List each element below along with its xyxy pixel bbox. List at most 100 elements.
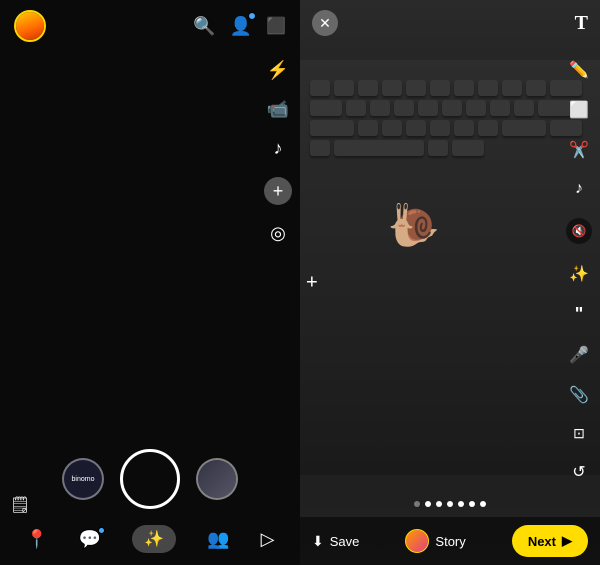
- key: [406, 120, 426, 136]
- save-button[interactable]: ⬇ Save: [312, 533, 359, 550]
- key: [394, 100, 414, 116]
- lens-option-preview[interactable]: [196, 458, 238, 500]
- key: [502, 120, 546, 136]
- sparkle-icon[interactable]: ✨: [569, 264, 589, 284]
- top-right-icons: 🔍 👤 ⬛: [193, 16, 286, 37]
- key: [514, 100, 534, 116]
- key: [502, 80, 522, 96]
- story-label: Story: [435, 534, 465, 549]
- dot-6: [469, 501, 475, 507]
- key: [454, 80, 474, 96]
- right-panel: 🐌 ✕ T ✏️ ⬜ ✂️ ♪ 🔇 ✨ " 🎤 📎 ⊡ ↺ +: [300, 0, 600, 565]
- dot-4: [447, 501, 453, 507]
- key: [334, 80, 354, 96]
- nav-stories[interactable]: ▷: [261, 529, 275, 550]
- close-button[interactable]: ✕: [312, 10, 338, 36]
- dot-2: [425, 501, 431, 507]
- add-snap-icon[interactable]: ⬛: [266, 16, 286, 36]
- key: [526, 80, 546, 96]
- mic-icon[interactable]: 🎤: [569, 345, 589, 365]
- key: [466, 100, 486, 116]
- next-label: Next: [528, 534, 556, 549]
- stories-icon: ▷: [261, 529, 275, 550]
- left-panel: 🔍 👤 ⬛ ⚡ 📹 ♪ + ◎ 🗒 binomo: [0, 0, 300, 565]
- music-icon[interactable]: ♪: [575, 180, 583, 198]
- key: [418, 100, 438, 116]
- music-icon[interactable]: ♪: [274, 138, 283, 159]
- key: [452, 140, 484, 156]
- key: [454, 120, 474, 136]
- shutter-button[interactable]: [120, 449, 180, 509]
- right-bottom-bar: ⬇ Save Story Next ▶: [300, 501, 600, 565]
- mute-icon[interactable]: 🔇: [566, 218, 592, 244]
- add-button-right[interactable]: +: [306, 271, 318, 294]
- scissors-icon[interactable]: ✂️: [569, 140, 589, 160]
- left-side-toolbar: ⚡ 📹 ♪ + ◎: [256, 50, 300, 254]
- sticker-icon[interactable]: ⬜: [569, 100, 589, 120]
- save-icon: ⬇: [312, 533, 324, 550]
- key: [358, 120, 378, 136]
- video-icon[interactable]: 📹: [267, 99, 289, 120]
- nav-camera[interactable]: ✨: [132, 525, 176, 553]
- key: [382, 120, 402, 136]
- paperclip-icon[interactable]: 📎: [569, 385, 589, 405]
- sparkle-icon: ✨: [144, 529, 164, 549]
- add-friend-button[interactable]: 👤: [230, 16, 252, 37]
- key: [310, 100, 342, 116]
- snail-sticker: 🐌: [388, 202, 440, 251]
- next-button[interactable]: Next ▶: [512, 525, 588, 557]
- flash-icon[interactable]: ⚡: [267, 60, 289, 81]
- story-button[interactable]: Story: [405, 529, 465, 553]
- nav-chat[interactable]: 💬: [79, 529, 101, 550]
- loop-icon[interactable]: ↺: [572, 462, 585, 482]
- dot-7: [480, 501, 486, 507]
- map-icon: 📍: [25, 529, 47, 550]
- key: [430, 120, 450, 136]
- bottom-nav: 📍 💬 ✨ 👥 ▷: [0, 519, 300, 557]
- dot-1: [414, 501, 420, 507]
- key: [346, 100, 366, 116]
- keyboard-image: [300, 60, 600, 475]
- save-label: Save: [330, 534, 360, 549]
- avatar[interactable]: [14, 10, 46, 42]
- key: [478, 80, 498, 96]
- key: [382, 80, 402, 96]
- left-bottom: binomo 📍 💬 ✨ 👥: [0, 449, 300, 565]
- key: [310, 80, 330, 96]
- right-top-bar: ✕ T: [300, 0, 600, 46]
- key: [428, 140, 448, 156]
- key: [310, 140, 330, 156]
- camera-controls: binomo: [0, 449, 300, 509]
- text-tool-button[interactable]: T: [575, 12, 588, 35]
- key: [490, 100, 510, 116]
- lens-option-binomo[interactable]: binomo: [62, 458, 104, 500]
- page-dots: [300, 501, 600, 507]
- plus-button[interactable]: +: [264, 177, 292, 205]
- key: [406, 80, 426, 96]
- dot-5: [458, 501, 464, 507]
- key: [310, 120, 354, 136]
- crop-icon[interactable]: ⊡: [573, 425, 585, 442]
- search-icon[interactable]: 🔍: [193, 16, 215, 37]
- key: [430, 80, 450, 96]
- next-arrow-icon: ▶: [562, 533, 572, 549]
- scan-icon[interactable]: ◎: [270, 223, 286, 244]
- lens-preview-image: [198, 460, 236, 498]
- left-top-bar: 🔍 👤 ⬛: [0, 0, 300, 52]
- nav-map[interactable]: 📍: [25, 529, 47, 550]
- quote-icon[interactable]: ": [575, 304, 584, 325]
- nav-friends[interactable]: 👥: [207, 529, 229, 550]
- action-row: ⬇ Save Story Next ▶: [300, 517, 600, 565]
- dot-3: [436, 501, 442, 507]
- key: [358, 80, 378, 96]
- chat-notification: [98, 527, 105, 534]
- keyboard-keys: [300, 60, 600, 166]
- story-avatar: [405, 529, 429, 553]
- key: [478, 120, 498, 136]
- right-toolbar: ✏️ ⬜ ✂️ ♪ 🔇 ✨ " 🎤 📎 ⊡ ↺: [558, 50, 600, 492]
- friends-icon: 👥: [207, 529, 229, 550]
- pencil-icon[interactable]: ✏️: [569, 60, 589, 80]
- key: [334, 140, 424, 156]
- camera-center-button[interactable]: ✨: [132, 525, 176, 553]
- add-friend-badge: [248, 12, 256, 20]
